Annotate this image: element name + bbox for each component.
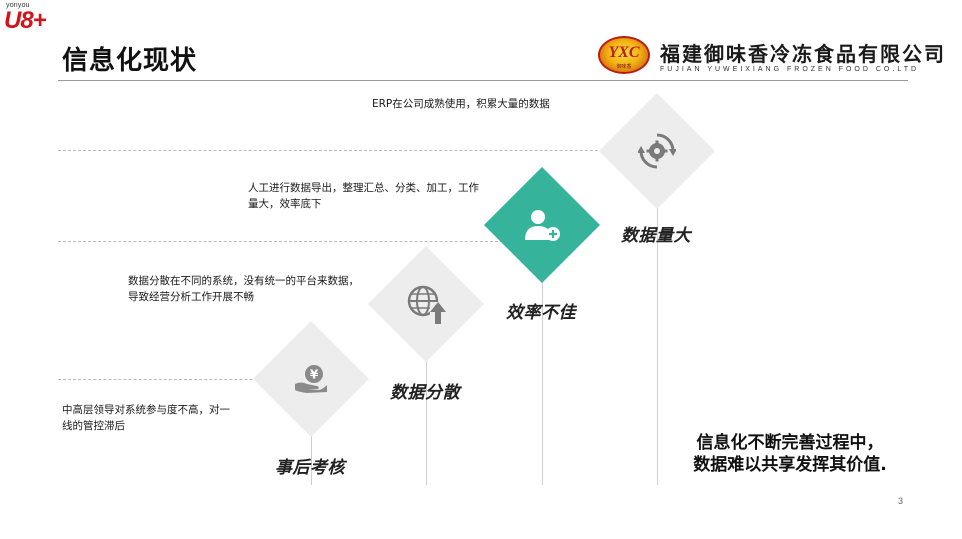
company-logo-emblem-sub: 御味香 (616, 64, 632, 70)
step-label-1: 事后考核 (275, 458, 345, 478)
brand-logo: U8+ (4, 7, 47, 34)
step-desc-4-line-1: ERP在公司成熟使用，积累大量的数据 (372, 98, 550, 110)
conclusion-line-1: 信息化不断完善过程中， (696, 433, 884, 453)
step-desc-2: 数据分散在不同的系统，没有统一的平台来数据， 导致经营分析工作开展不畅 (128, 273, 359, 305)
step-desc-2-line-1: 数据分散在不同的系统，没有统一的平台来数据， (128, 275, 359, 287)
step-desc-3: 人工进行数据导出，整理汇总、分类、加工，工作 量大，效率底下 (248, 180, 479, 212)
step-desc-2-line-2: 导致经营分析工作开展不畅 (128, 291, 254, 303)
guide-line (58, 150, 658, 151)
step-label-3: 效率不佳 (506, 303, 576, 323)
yen-hand-icon: ¥ (270, 338, 352, 420)
conclusion-text: 信息化不断完善过程中， 数据难以共享发挥其价值. (670, 432, 910, 476)
company-logo-emblem-text: YXC (608, 44, 640, 61)
user-add-icon (501, 184, 583, 266)
step-desc-3-line-2: 量大，效率底下 (248, 198, 322, 210)
guide-line (58, 241, 528, 242)
step-desc-1: 中高层领导对系统参与度不高，对一 线的管控滞后 (62, 402, 230, 434)
conclusion-line-2: 数据难以共享发挥其价值. (693, 455, 887, 475)
title-divider (58, 80, 908, 81)
company-name-cn: 福建御味香冷冻食品有限公司 (660, 42, 946, 66)
step-desc-1-line-2: 线的管控滞后 (62, 420, 125, 432)
step-desc-3-line-1: 人工进行数据导出，整理汇总、分类、加工，工作 (248, 182, 479, 194)
page-title: 信息化现状 (62, 46, 198, 76)
slide: yonyou U8+ 信息化现状 YXC 御味香 福建御味香冷冻食品有限公司 F… (0, 0, 962, 539)
company-logo-emblem: YXC 御味香 (598, 36, 650, 74)
gear-refresh-icon (616, 110, 698, 192)
step-desc-4: ERP在公司成熟使用，积累大量的数据 (372, 96, 550, 112)
svg-text:¥: ¥ (310, 368, 319, 382)
globe-upload-icon (385, 263, 467, 345)
company-name-en: FUJIAN YUWEIXIANG FROZEN FOOD CO.LTD (660, 66, 920, 73)
step-label-4: 数据量大 (621, 226, 691, 246)
page-number: 3 (898, 496, 904, 506)
step-label-2: 数据分散 (390, 383, 460, 403)
step-desc-1-line-1: 中高层领导对系统参与度不高，对一 (62, 404, 230, 416)
